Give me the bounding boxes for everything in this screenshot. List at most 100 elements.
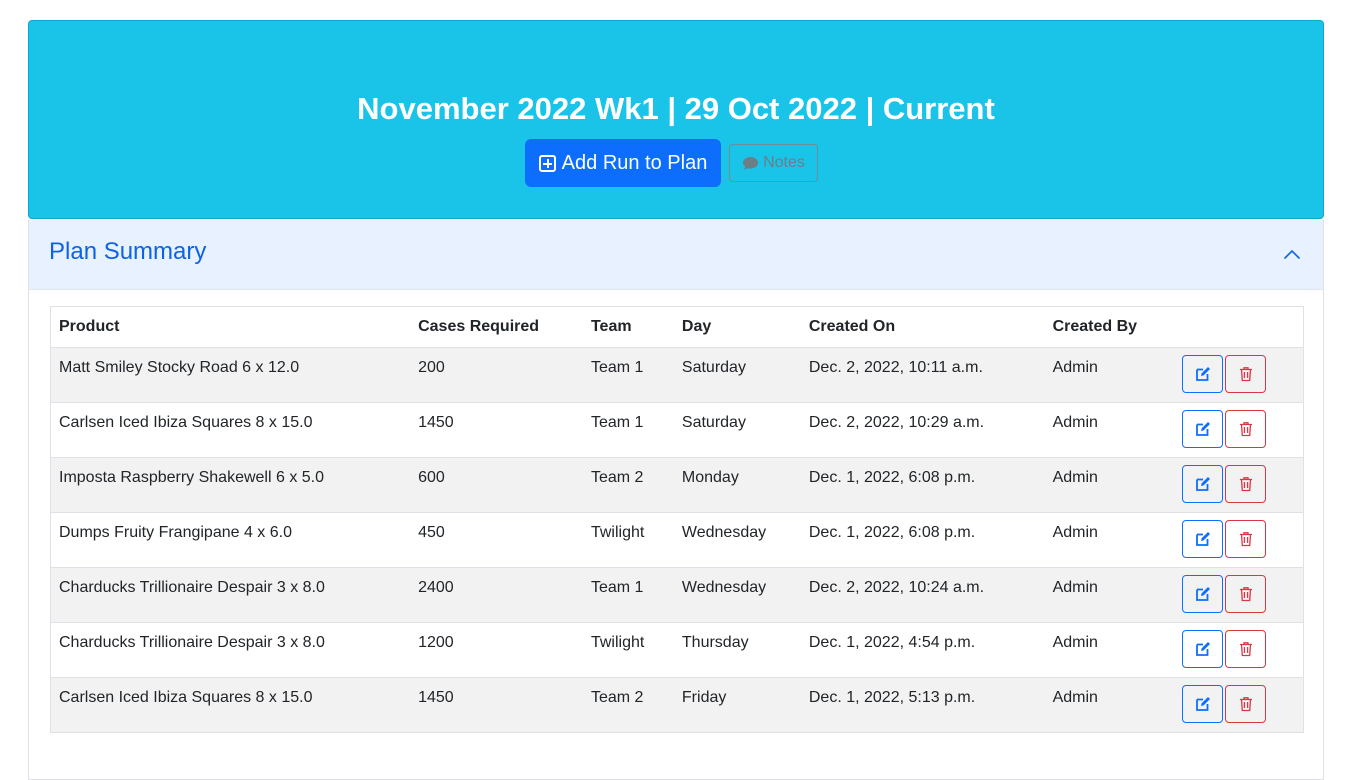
created-on-cell: Dec. 1, 2022, 5:13 p.m. — [800, 677, 1045, 733]
column-header-day: Day — [673, 306, 801, 348]
product-cell: Dumps Fruity Frangipane 4 x 6.0 — [50, 512, 411, 568]
edit-button[interactable] — [1181, 575, 1223, 613]
header-actions: Add Run to Plan Notes — [29, 139, 1323, 187]
add-run-button[interactable]: Add Run to Plan — [525, 139, 721, 187]
team-cell: Team 2 — [582, 677, 674, 733]
column-header-created-on: Created On — [800, 306, 1045, 348]
edit-button[interactable] — [1181, 355, 1223, 393]
column-header-cases-required: Cases Required — [410, 306, 583, 348]
created-on-cell: Dec. 2, 2022, 10:29 a.m. — [800, 402, 1045, 458]
plan-summary-header[interactable]: Plan Summary — [29, 220, 1323, 290]
cases-cell: 1450 — [410, 402, 583, 458]
notes-button[interactable]: Notes — [729, 144, 818, 182]
column-header-created-by: Created By — [1044, 306, 1174, 348]
delete-button[interactable] — [1224, 685, 1266, 723]
plan-header-banner: November 2022 Wk1 | 29 Oct 2022 | Curren… — [28, 20, 1324, 219]
actions-cell — [1173, 512, 1304, 568]
created-by-cell: Admin — [1044, 347, 1174, 403]
edit-button[interactable] — [1181, 630, 1223, 668]
pencil-square-icon — [1195, 587, 1210, 601]
actions-cell — [1173, 402, 1304, 458]
day-cell: Wednesday — [673, 567, 801, 623]
created-by-cell: Admin — [1044, 622, 1174, 678]
delete-button[interactable] — [1224, 630, 1266, 668]
team-cell: Team 2 — [582, 457, 674, 513]
edit-button[interactable] — [1181, 465, 1223, 503]
pencil-square-icon — [1195, 422, 1210, 436]
day-cell: Friday — [673, 677, 801, 733]
edit-button[interactable] — [1181, 685, 1223, 723]
product-cell: Imposta Raspberry Shakewell 6 x 5.0 — [50, 457, 411, 513]
delete-button[interactable] — [1224, 465, 1266, 503]
trash-icon — [1239, 697, 1252, 712]
day-cell: Saturday — [673, 402, 801, 458]
actions-cell — [1173, 347, 1304, 403]
day-cell: Thursday — [673, 622, 801, 678]
actions-cell — [1173, 567, 1304, 623]
team-cell: Team 1 — [582, 402, 674, 458]
cases-cell: 450 — [410, 512, 583, 568]
edit-button[interactable] — [1181, 520, 1223, 558]
actions-cell — [1173, 677, 1304, 733]
created-by-cell: Admin — [1044, 567, 1174, 623]
plus-square-icon — [538, 154, 556, 172]
team-cell: Team 1 — [582, 347, 674, 403]
table-row: Charducks Trillionaire Despair 3 x 8.0 2… — [50, 567, 1304, 623]
trash-icon — [1239, 642, 1252, 657]
day-cell: Monday — [673, 457, 801, 513]
plan-title: November 2022 Wk1 | 29 Oct 2022 | Curren… — [357, 91, 995, 126]
product-cell: Matt Smiley Stocky Road 6 x 12.0 — [50, 347, 411, 403]
product-cell: Charducks Trillionaire Despair 3 x 8.0 — [50, 622, 411, 678]
delete-button[interactable] — [1224, 575, 1266, 613]
actions-cell — [1173, 457, 1304, 513]
created-on-cell: Dec. 2, 2022, 10:24 a.m. — [800, 567, 1045, 623]
delete-button[interactable] — [1224, 355, 1266, 393]
cases-cell: 200 — [410, 347, 583, 403]
pencil-square-icon — [1195, 642, 1210, 656]
delete-button[interactable] — [1224, 520, 1266, 558]
trash-icon — [1239, 477, 1252, 492]
table-row: Charducks Trillionaire Despair 3 x 8.0 1… — [50, 622, 1304, 678]
pencil-square-icon — [1195, 697, 1210, 711]
pencil-square-icon — [1195, 477, 1210, 491]
chevron-up-icon[interactable] — [1283, 248, 1301, 260]
team-cell: Twilight — [582, 622, 674, 678]
table-row: Carlsen Iced Ibiza Squares 8 x 15.0 1450… — [50, 677, 1304, 733]
actions-cell — [1173, 622, 1304, 678]
trash-icon — [1239, 587, 1252, 602]
day-cell: Wednesday — [673, 512, 801, 568]
team-cell: Team 1 — [582, 567, 674, 623]
column-header-actions — [1173, 306, 1304, 348]
product-cell: Carlsen Iced Ibiza Squares 8 x 15.0 — [50, 402, 411, 458]
created-by-cell: Admin — [1044, 457, 1174, 513]
trash-icon — [1239, 532, 1252, 547]
delete-button[interactable] — [1224, 410, 1266, 448]
cases-cell: 2400 — [410, 567, 583, 623]
speech-bubble-icon — [743, 156, 759, 170]
created-by-cell: Admin — [1044, 512, 1174, 568]
table-row: Matt Smiley Stocky Road 6 x 12.0 200 Tea… — [50, 347, 1304, 403]
created-on-cell: Dec. 2, 2022, 10:11 a.m. — [800, 347, 1045, 403]
cases-cell: 1450 — [410, 677, 583, 733]
notes-label: Notes — [763, 154, 805, 171]
plan-summary-title: Plan Summary — [49, 238, 207, 265]
add-run-label: Add Run to Plan — [561, 152, 708, 174]
table-row: Dumps Fruity Frangipane 4 x 6.0 450 Twil… — [50, 512, 1304, 568]
column-header-product: Product — [50, 306, 411, 348]
plan-summary-table: Product Cases Required Team Day Created … — [50, 306, 1304, 733]
trash-icon — [1239, 422, 1252, 437]
day-cell: Saturday — [673, 347, 801, 403]
table-row: Imposta Raspberry Shakewell 6 x 5.0 600 … — [50, 457, 1304, 513]
plan-summary-card: Plan Summary Product Cases Required Team… — [28, 220, 1324, 780]
product-cell: Charducks Trillionaire Despair 3 x 8.0 — [50, 567, 411, 623]
column-header-team: Team — [582, 306, 674, 348]
created-on-cell: Dec. 1, 2022, 4:54 p.m. — [800, 622, 1045, 678]
created-by-cell: Admin — [1044, 402, 1174, 458]
pencil-square-icon — [1195, 532, 1210, 546]
team-cell: Twilight — [582, 512, 674, 568]
trash-icon — [1239, 367, 1252, 382]
edit-button[interactable] — [1181, 410, 1223, 448]
table-header-row: Product Cases Required Team Day Created … — [50, 306, 1304, 348]
created-on-cell: Dec. 1, 2022, 6:08 p.m. — [800, 512, 1045, 568]
pencil-square-icon — [1195, 367, 1210, 381]
